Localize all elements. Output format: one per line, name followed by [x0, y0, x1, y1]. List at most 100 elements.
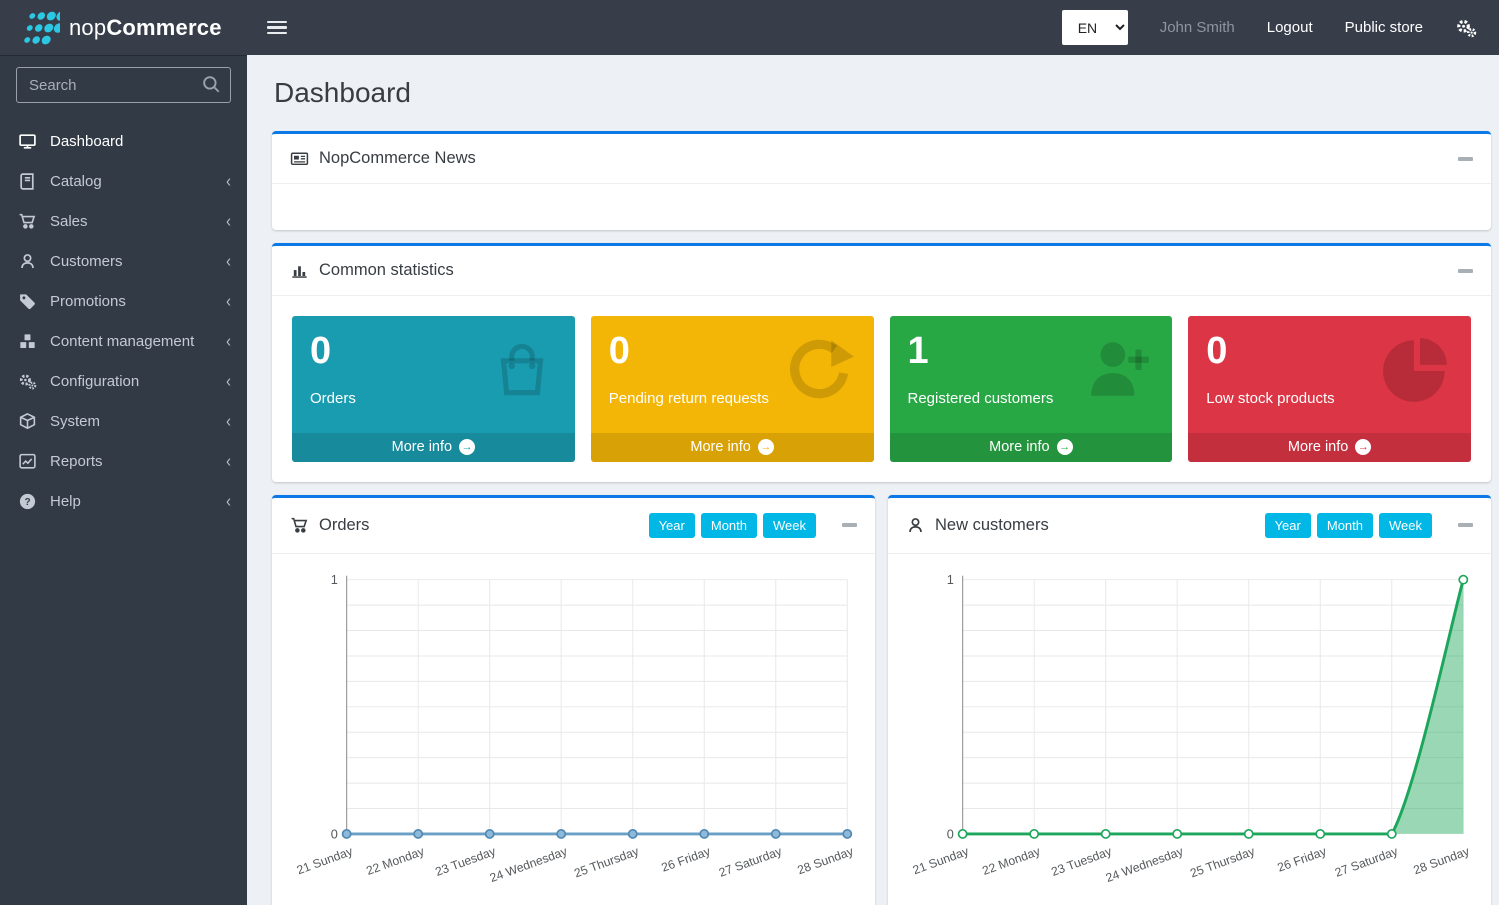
search-icon[interactable] — [201, 74, 222, 95]
svg-text:?: ? — [24, 496, 30, 507]
news-panel-body — [272, 184, 1491, 230]
orders-chart: 0121 Sunday22 Monday23 Tuesday24 Wednesd… — [272, 554, 875, 905]
sidebar-item-help[interactable]: ? Help ‹ — [0, 481, 247, 521]
more-info-label: More info — [690, 439, 750, 455]
more-info-label: More info — [392, 439, 452, 455]
new-customers-line-chart: 0121 Sunday22 Monday23 Tuesday24 Wednesd… — [902, 566, 1477, 897]
chevron-left-icon: ‹ — [226, 372, 231, 389]
search-input[interactable] — [16, 67, 231, 103]
sidebar-item-customers[interactable]: Customers ‹ — [0, 241, 247, 281]
stat-box-low-stock: 0 Low stock products More info → — [1188, 316, 1471, 462]
chevron-left-icon: ‹ — [226, 332, 231, 349]
year-button[interactable]: Year — [649, 513, 695, 538]
svg-text:22 Monday: 22 Monday — [980, 844, 1042, 878]
svg-text:21 Sunday: 21 Sunday — [295, 844, 356, 877]
stat-box-orders: 0 Orders More info → — [292, 316, 575, 462]
sidebar-item-content-management[interactable]: Content management ‹ — [0, 321, 247, 361]
svg-text:24 Wednesday: 24 Wednesday — [488, 844, 570, 885]
sidebar-item-system[interactable]: System ‹ — [0, 401, 247, 441]
svg-text:1: 1 — [331, 572, 338, 587]
svg-text:25 Thursday: 25 Thursday — [1188, 844, 1257, 881]
more-info-label: More info — [989, 439, 1049, 455]
collapse-icon[interactable] — [1458, 157, 1473, 161]
sidebar-search — [16, 67, 231, 103]
settings-gears-icon[interactable] — [1455, 17, 1477, 39]
sidebar-item-reports[interactable]: Reports ‹ — [0, 441, 247, 481]
month-button[interactable]: Month — [701, 513, 757, 538]
sidebar-item-label: Promotions — [50, 293, 126, 310]
newspaper-icon — [290, 149, 309, 168]
rotate-right-icon — [784, 332, 858, 406]
stat-box-registered-customers: 1 Registered customers More info → — [890, 316, 1173, 462]
help-icon: ? — [18, 492, 37, 511]
chevron-left-icon: ‹ — [226, 212, 231, 229]
more-info-link[interactable]: More info → — [591, 433, 874, 462]
sidebar-item-configuration[interactable]: Configuration ‹ — [0, 361, 247, 401]
brand-name: nopCommerce — [69, 15, 222, 41]
sidebar-toggle-button[interactable] — [267, 21, 287, 35]
user-name: John Smith — [1160, 19, 1235, 36]
chevron-left-icon: ‹ — [226, 292, 231, 309]
sidebar-item-label: Catalog — [50, 173, 102, 190]
week-button[interactable]: Week — [763, 513, 816, 538]
panel-title: New customers — [935, 516, 1049, 535]
more-info-link[interactable]: More info → — [890, 433, 1173, 462]
sidebar-item-catalog[interactable]: Catalog ‹ — [0, 161, 247, 201]
brand-name-bold: Commerce — [106, 15, 221, 40]
month-button[interactable]: Month — [1317, 513, 1373, 538]
arrow-circle-right-icon: → — [758, 439, 774, 455]
brand-logo[interactable]: nopCommerce — [0, 0, 247, 55]
collapse-icon[interactable] — [1458, 523, 1473, 527]
catalog-icon — [18, 172, 37, 191]
chevron-left-icon: ‹ — [226, 172, 231, 189]
cubes-icon — [18, 332, 37, 351]
chevron-left-icon: ‹ — [226, 412, 231, 429]
user-plus-icon — [1082, 332, 1156, 406]
nopcommerce-dots-icon — [14, 8, 60, 48]
more-info-label: More info — [1288, 439, 1348, 455]
chevron-left-icon: ‹ — [226, 252, 231, 269]
cart-icon — [18, 212, 37, 231]
language-select[interactable]: EN — [1062, 10, 1128, 45]
brand-name-light: nop — [69, 15, 106, 40]
pie-chart-icon — [1381, 332, 1455, 406]
svg-text:28 Sunday: 28 Sunday — [795, 844, 856, 877]
year-button[interactable]: Year — [1265, 513, 1311, 538]
collapse-icon[interactable] — [1458, 269, 1473, 273]
public-store-link[interactable]: Public store — [1345, 19, 1423, 36]
svg-text:21 Sunday: 21 Sunday — [911, 844, 972, 877]
svg-text:0: 0 — [947, 826, 954, 841]
dashboard-icon — [18, 132, 37, 151]
sidebar-item-label: Dashboard — [50, 133, 123, 150]
svg-text:27 Saturday: 27 Saturday — [1333, 844, 1401, 880]
more-info-link[interactable]: More info → — [292, 433, 575, 462]
chart-icon — [18, 452, 37, 471]
sidebar-item-sales[interactable]: Sales ‹ — [0, 201, 247, 241]
more-info-link[interactable]: More info → — [1188, 433, 1471, 462]
page-title: Dashboard — [274, 77, 1491, 109]
stat-box-pending-returns: 0 Pending return requests More info → — [591, 316, 874, 462]
sidebar-item-dashboard[interactable]: Dashboard — [0, 121, 247, 161]
new-customers-chart: 0121 Sunday22 Monday23 Tuesday24 Wednesd… — [888, 554, 1491, 905]
week-button[interactable]: Week — [1379, 513, 1432, 538]
user-icon — [906, 516, 925, 535]
sidebar-item-label: Configuration — [50, 373, 139, 390]
orders-line-chart: 0121 Sunday22 Monday23 Tuesday24 Wednesd… — [286, 566, 861, 897]
svg-text:0: 0 — [331, 826, 338, 841]
svg-text:26 Friday: 26 Friday — [1275, 844, 1328, 875]
news-panel: NopCommerce News — [272, 131, 1491, 230]
svg-text:28 Sunday: 28 Sunday — [1411, 844, 1472, 877]
collapse-icon[interactable] — [842, 523, 857, 527]
gears-icon — [18, 372, 37, 391]
new-customers-chart-panel: New customers Year Month Week 0 1 21 Sunda… — [888, 495, 1491, 905]
logout-link[interactable]: Logout — [1267, 19, 1313, 36]
svg-text:25 Thursday: 25 Thursday — [572, 844, 641, 881]
sidebar-item-promotions[interactable]: Promotions ‹ — [0, 281, 247, 321]
top-navbar: EN John Smith Logout Public store — [247, 0, 1499, 55]
sidebar: nopCommerce Dashboard Catalog ‹ Sales ‹ … — [0, 0, 247, 905]
panel-title: NopCommerce News — [319, 149, 476, 168]
bar-chart-icon — [290, 261, 309, 280]
tag-icon — [18, 292, 37, 311]
cart-icon — [290, 516, 309, 535]
svg-text:1: 1 — [947, 572, 954, 587]
